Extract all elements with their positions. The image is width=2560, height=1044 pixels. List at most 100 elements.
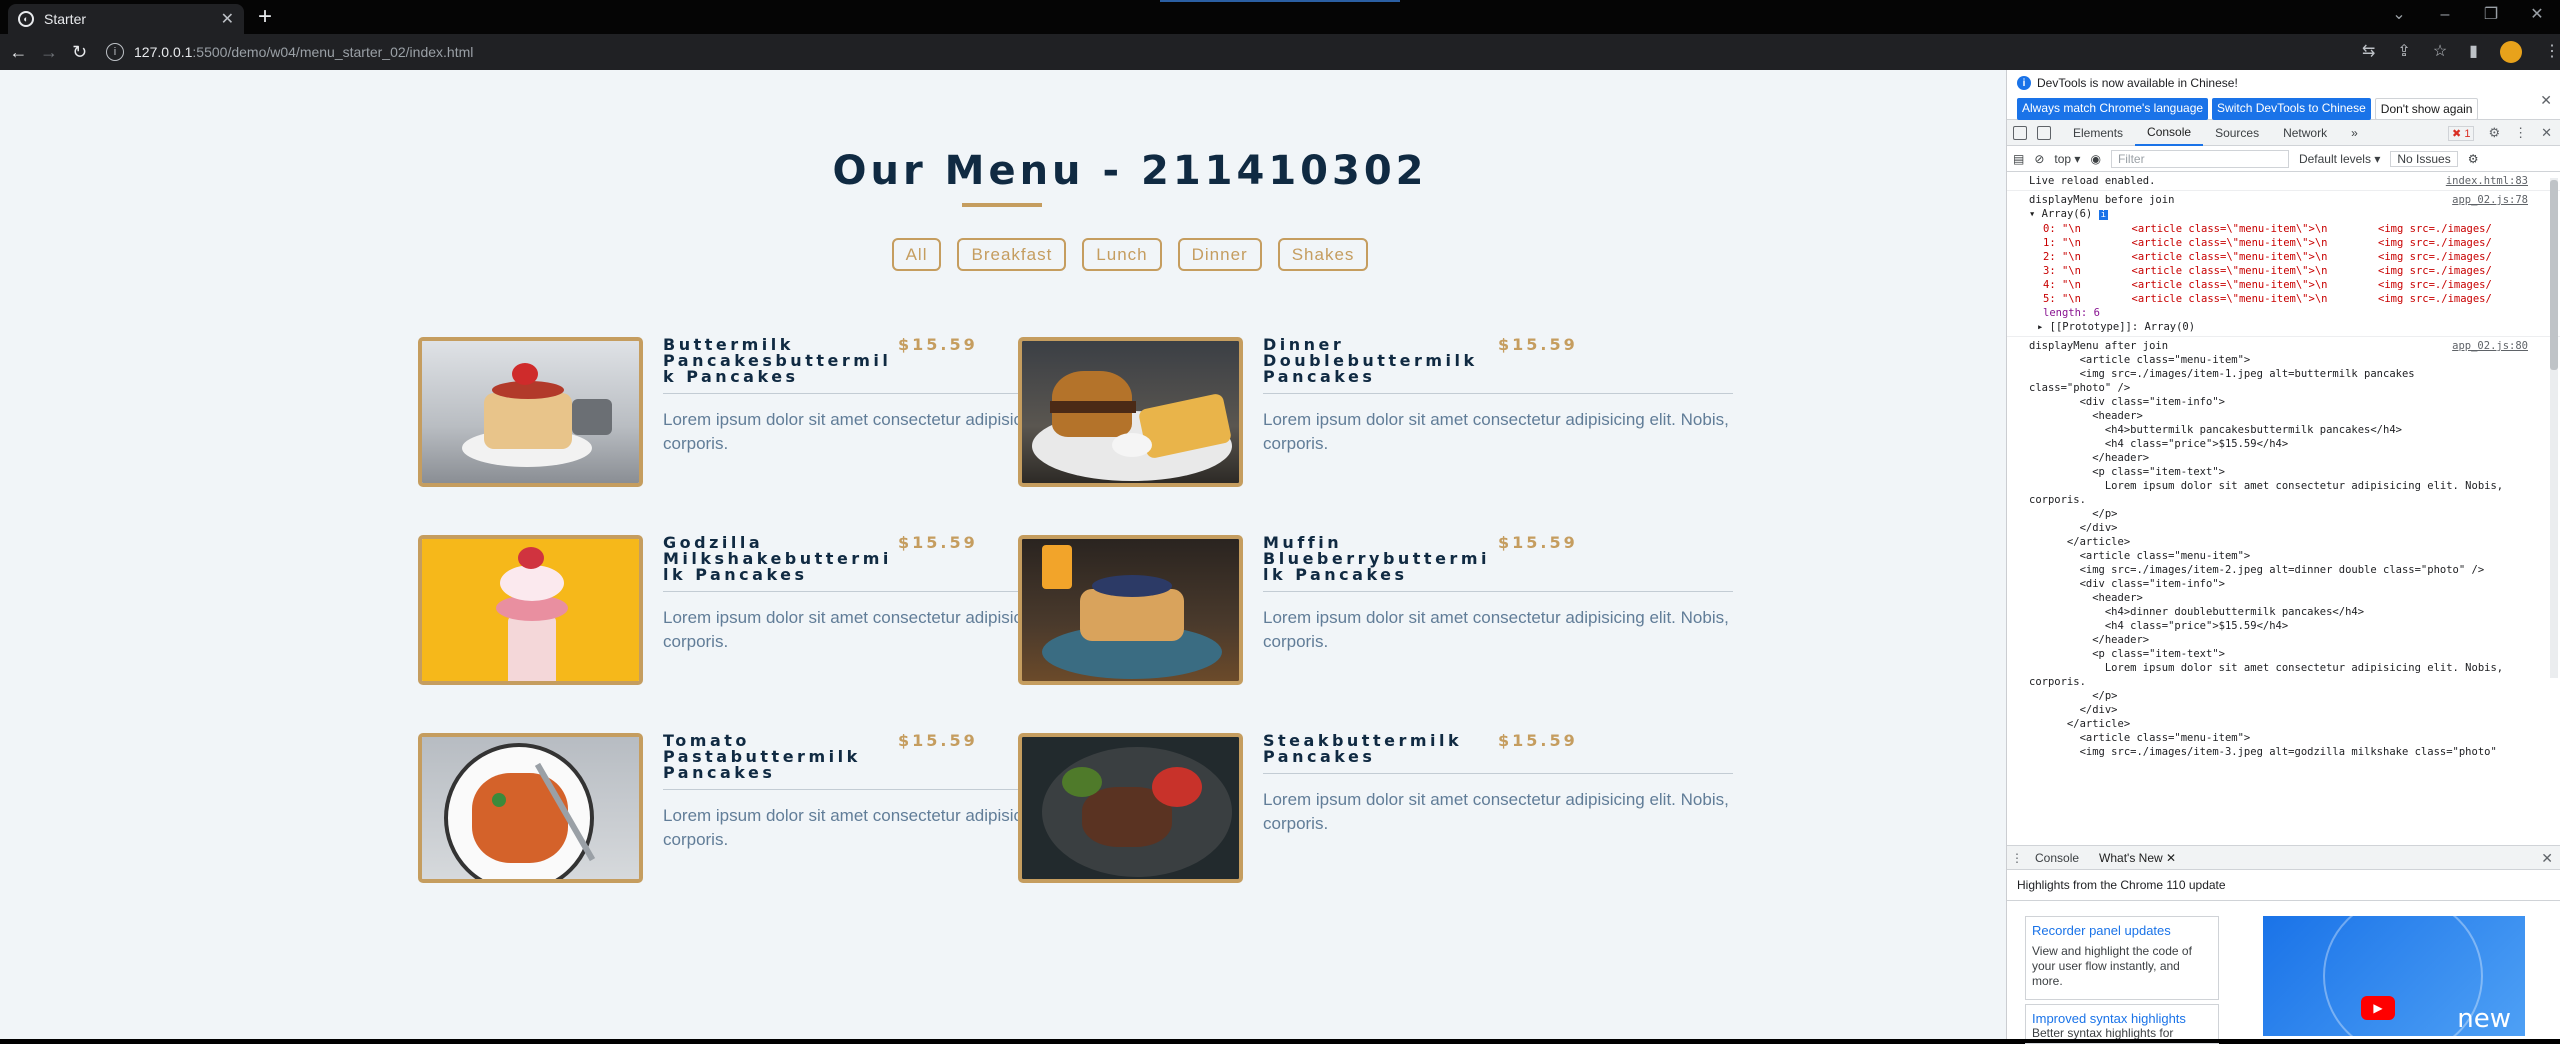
item-text: Lorem ipsum dolor sit amet consectetur a… [1263, 410, 1729, 453]
banner-message: DevTools is now available in Chinese! [2037, 76, 2238, 90]
item-text: Lorem ipsum dolor sit amet consectetur a… [1263, 790, 1729, 833]
log-levels-dropdown[interactable]: Default levels ▾ [2299, 152, 2380, 166]
filter-buttons: All Breakfast Lunch Dinner Shakes [0, 238, 2006, 271]
whats-new-card[interactable]: Recorder panel updates View and highligh… [2025, 916, 2219, 1000]
browser-tab[interactable]: ◐ Starter ✕ [8, 4, 244, 34]
html-dump-line: corporis. [2029, 676, 2086, 688]
devtools-tabs: Elements Console Sources Network » ✖ 1 ⚙… [2007, 120, 2560, 146]
item-info: Steakbuttermilk Pancakes $15.59 Lorem ip… [1263, 733, 1733, 885]
html-dump-line: <h4>buttermilk pancakesbuttermilk pancak… [2029, 424, 2402, 436]
reload-icon[interactable]: ↻ [67, 42, 92, 63]
drawer-tab-console[interactable]: Console [2025, 851, 2089, 865]
menu-item: Muffin Blueberrybuttermilk Pancakes $15.… [1018, 535, 1733, 687]
tab-sources[interactable]: Sources [2203, 120, 2271, 146]
item-price: $15.59 [1498, 533, 1578, 552]
filter-dinner-button[interactable]: Dinner [1177, 238, 1262, 271]
milkshake-photo [418, 535, 643, 685]
blueberry-pancakes-photo [1018, 535, 1243, 685]
html-dump-line: Lorem ipsum dolor sit amet consectetur a… [2029, 662, 2504, 674]
profile-avatar[interactable] [2499, 41, 2522, 63]
devtools-menu-icon[interactable]: ⋮ [2514, 125, 2527, 141]
card-text: View and highlight the code of your user… [2032, 944, 2192, 988]
console-toolbar: ▤ ⊘ top ▾ ◉ Filter Default levels ▾ No I… [2007, 146, 2560, 172]
drawer-tab-whats-new[interactable]: What's New ✕ [2089, 851, 2186, 865]
dont-show-button[interactable]: Don't show again [2374, 98, 2479, 120]
item-price: $15.59 [1498, 335, 1578, 354]
device-toolbar-icon[interactable] [2037, 125, 2051, 140]
restore-icon[interactable]: ❐ [2468, 0, 2514, 34]
html-dump-line: </article> [2029, 536, 2131, 548]
tab-search-icon[interactable]: ⌄ [2376, 0, 2422, 34]
close-window-icon[interactable]: ✕ [2514, 0, 2560, 34]
filter-lunch-button[interactable]: Lunch [1082, 238, 1162, 271]
filter-all-button[interactable]: All [891, 238, 942, 271]
filter-shakes-button[interactable]: Shakes [1277, 238, 1369, 271]
play-icon[interactable]: ▶ [2361, 996, 2395, 1020]
share-icon[interactable]: ⇪ [2397, 41, 2410, 63]
html-dump-line: corporis. [2029, 494, 2086, 506]
devtools-panel: i DevTools is now available in Chinese! … [2006, 70, 2560, 1044]
drawer-menu-icon[interactable]: ⋮ [2011, 851, 2025, 865]
html-dump-line: </article> [2029, 718, 2131, 730]
inspect-icon[interactable] [2013, 125, 2027, 140]
html-dump-line: <img src=./images/item-3.jpeg alt=godzil… [2029, 746, 2497, 758]
array-toggle[interactable]: ▾ Array(6) i [2029, 207, 2554, 222]
forward-icon[interactable]: → [37, 42, 62, 63]
console-message: displayMenu before join app_02.js:78 [2029, 193, 2528, 207]
menu-item: Buttermilk Pancakesbuttermilk Pancakes $… [418, 337, 1133, 489]
sidebar-icon[interactable]: ▮ [2469, 41, 2478, 63]
new-tab-button[interactable]: + [258, 5, 272, 29]
settings-gear-icon[interactable]: ⚙ [2488, 125, 2500, 141]
live-expression-eye-icon[interactable]: ◉ [2090, 152, 2100, 166]
html-dump-line: <article class="menu-item"> [2029, 550, 2251, 562]
filter-breakfast-button[interactable]: Breakfast [957, 238, 1067, 271]
html-dump-line: <p class="item-text"> [2029, 466, 2225, 478]
tab-elements[interactable]: Elements [2061, 120, 2135, 146]
html-dump-line: </header> [2029, 634, 2150, 646]
item-name: Dinner Doublebuttermilk Pancakes [1263, 335, 1478, 386]
html-dump-line: <div class="item-info"> [2029, 396, 2225, 408]
html-dump-line: <div class="item-info"> [2029, 578, 2225, 590]
translate-icon[interactable]: ⇆ [2362, 41, 2375, 63]
close-tab-icon[interactable]: ✕ [221, 9, 234, 29]
error-count-badge[interactable]: ✖ 1 [2448, 125, 2475, 141]
minimize-icon[interactable]: – [2422, 0, 2468, 34]
html-dump-line: <h4 class="price">$15.59</h4> [2029, 438, 2289, 450]
html-dump-line: Lorem ipsum dolor sit amet consectetur a… [2029, 480, 2504, 492]
page-viewport: Our Menu - 211410302 All Breakfast Lunch… [0, 70, 2006, 1039]
pasta-photo [418, 733, 643, 883]
source-link[interactable]: app_02.js:78 [2452, 193, 2528, 207]
html-dump-line: <p class="item-text"> [2029, 648, 2225, 660]
clear-console-icon[interactable]: ⊘ [2034, 152, 2044, 166]
tab-network[interactable]: Network [2271, 120, 2339, 146]
video-label: new [2457, 1004, 2511, 1034]
back-icon[interactable]: ← [6, 42, 31, 63]
bookmark-star-icon[interactable]: ☆ [2433, 41, 2447, 63]
prototype-toggle[interactable]: ▸ [[Prototype]]: Array(0) [2029, 320, 2554, 334]
tab-console[interactable]: Console [2135, 120, 2204, 146]
console-scrollbar[interactable] [2550, 178, 2558, 678]
close-banner-icon[interactable]: ✕ [2540, 92, 2552, 109]
more-menu-icon[interactable]: ⋮ [2544, 41, 2560, 63]
menu-item: Tomato Pastabuttermilk Pancakes $15.59 L… [418, 733, 1133, 885]
whats-new-video[interactable]: ▶ new [2263, 916, 2525, 1036]
address-bar[interactable]: i 127.0.0.1:5500/demo/w04/menu_starter_0… [106, 38, 2347, 66]
site-info-icon[interactable]: i [106, 43, 125, 61]
context-selector[interactable]: top ▾ [2054, 152, 2080, 166]
steak-photo [1018, 733, 1243, 883]
close-devtools-icon[interactable]: ✕ [2541, 125, 2552, 141]
sidebar-toggle-icon[interactable]: ▤ [2013, 152, 2024, 166]
card-text: Better syntax highlights for [2032, 1026, 2174, 1040]
item-header: Muffin Blueberrybuttermilk Pancakes $15.… [1263, 535, 1733, 592]
match-language-button[interactable]: Always match Chrome's language [2017, 98, 2209, 120]
close-drawer-icon[interactable]: ✕ [2541, 850, 2553, 867]
switch-language-button[interactable]: Switch DevTools to Chinese [2212, 98, 2371, 120]
more-tabs-icon[interactable]: » [2339, 120, 2370, 146]
whats-new-card[interactable]: Improved syntax highlights Better syntax… [2025, 1004, 2219, 1044]
console-settings-icon[interactable]: ⚙ [2468, 152, 2479, 166]
console-filter-input[interactable]: Filter [2110, 149, 2289, 168]
issues-button[interactable]: No Issues [2390, 150, 2458, 167]
source-link[interactable]: index.html:83 [2446, 174, 2528, 188]
source-link[interactable]: app_02.js:80 [2452, 339, 2528, 353]
item-info: Dinner Doublebuttermilk Pancakes $15.59 … [1263, 337, 1733, 489]
